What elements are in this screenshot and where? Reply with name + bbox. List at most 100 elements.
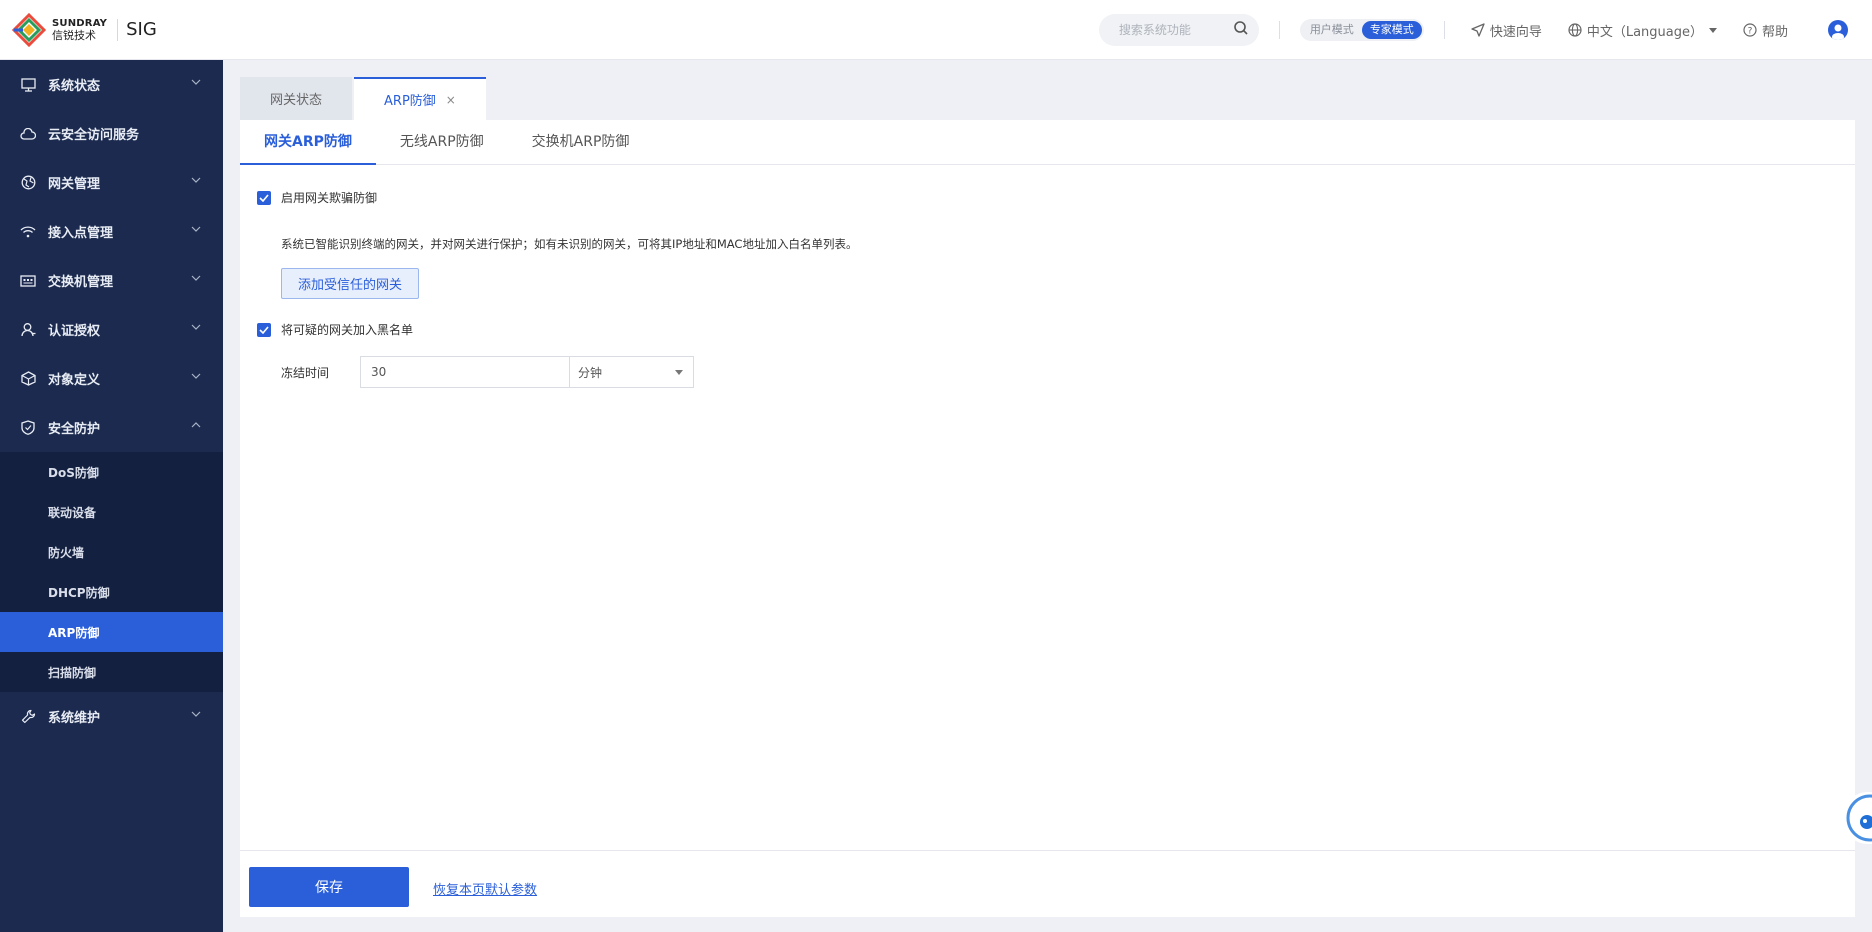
main-content: 网关状态 ARP防御 × 网关ARP防御 无线ARP防御 交换机ARP防御 启用… <box>240 77 1855 917</box>
search-icon[interactable] <box>1233 20 1249 40</box>
check-icon <box>259 193 269 202</box>
product-name: SIG <box>126 19 157 40</box>
navigation-arrow-icon <box>1471 23 1485 37</box>
sidebar-item-access-point-management[interactable]: 接入点管理 <box>0 207 223 256</box>
wifi-icon <box>20 224 36 240</box>
enable-spoof-defense-checkbox[interactable] <box>257 190 271 205</box>
subtab-switch-arp[interactable]: 交换机ARP防御 <box>508 120 654 165</box>
chevron-down-icon <box>191 275 201 281</box>
check-icon <box>259 325 269 334</box>
help-icon: ? <box>1743 23 1757 37</box>
search-box[interactable] <box>1098 14 1259 46</box>
quick-guide-link[interactable]: 快速向导 <box>1471 21 1542 40</box>
tab-label: ARP防御 <box>384 94 436 109</box>
caret-down-icon <box>1708 27 1717 33</box>
sidebar-item-label: 对象定义 <box>48 373 101 388</box>
logo[interactable]: SUNDRAY 信锐技术 SIG <box>11 12 157 47</box>
page-tabs: 网关状态 ARP防御 × <box>240 77 1855 120</box>
chevron-down-icon <box>191 324 201 330</box>
sidebar-item-label: 接入点管理 <box>48 226 114 241</box>
mode-switch[interactable]: 用户模式 专家模式 <box>1299 19 1424 41</box>
close-icon[interactable]: × <box>446 93 456 107</box>
language-selector[interactable]: 中文（Language） <box>1568 21 1717 40</box>
sidebar-item-label: 系统维护 <box>48 711 101 726</box>
sidebar-item-label: 安全防护 <box>48 422 101 437</box>
sidebar-item-system-maintenance[interactable]: 系统维护 <box>0 692 223 741</box>
switch-icon <box>20 273 36 289</box>
sidebar-item-label: 系统状态 <box>48 79 101 94</box>
language-label: 中文（Language） <box>1586 24 1703 40</box>
blacklist-checkbox[interactable] <box>257 322 271 337</box>
sidebar-item-gateway-management[interactable]: 网关管理 <box>0 158 223 207</box>
chevron-down-icon <box>191 226 201 232</box>
blacklist-label: 将可疑的网关加入黑名单 <box>281 323 414 337</box>
logo-cn-text: 信锐技术 <box>52 28 96 42</box>
search-input[interactable] <box>1118 23 1229 37</box>
user-avatar[interactable] <box>1828 20 1848 40</box>
user-icon <box>20 322 36 338</box>
sidebar-subitem-linked-devices[interactable]: 联动设备 <box>0 492 223 532</box>
enable-spoof-defense-label: 启用网关欺骗防御 <box>281 191 378 205</box>
globe-icon <box>20 175 36 191</box>
header-divider <box>1278 21 1280 39</box>
sub-tabs: 网关ARP防御 无线ARP防御 交换机ARP防御 <box>240 120 1855 165</box>
sidebar-item-label: 网关管理 <box>48 177 101 192</box>
enable-spoof-defense-row: 启用网关欺骗防御 <box>257 189 377 206</box>
tab-label: 网关状态 <box>270 93 323 108</box>
subtab-gateway-arp[interactable]: 网关ARP防御 <box>240 120 376 165</box>
subtab-wireless-arp[interactable]: 无线ARP防御 <box>376 120 508 165</box>
logo-en-text: SUNDRAY <box>52 17 108 29</box>
footer-bar: 保存 恢复本页默认参数 <box>240 850 1855 917</box>
quick-guide-label: 快速向导 <box>1489 24 1542 40</box>
top-header: SUNDRAY 信锐技术 SIG 用户模式 专家模式 快速向导 中文（Langu… <box>0 0 1872 60</box>
sidebar-subitem-firewall[interactable]: 防火墙 <box>0 532 223 572</box>
freeze-time-label: 冻结时间 <box>281 365 330 380</box>
monitor-icon <box>20 77 36 93</box>
header-divider <box>1443 21 1445 39</box>
shield-icon <box>20 420 36 436</box>
logo-divider <box>117 18 119 41</box>
sidebar-subitem-dos[interactable]: DoS防御 <box>0 452 223 492</box>
freeze-unit-select[interactable]: 分钟 <box>569 356 694 388</box>
cloud-icon <box>20 126 36 142</box>
sidebar-item-object-definition[interactable]: 对象定义 <box>0 354 223 403</box>
gateway-description: 系统已智能识别终端的网关，并对网关进行保护；如有未识别的网关，可将其IP地址和M… <box>281 237 858 251</box>
content-panel: 网关ARP防御 无线ARP防御 交换机ARP防御 启用网关欺骗防御 系统已智能识… <box>240 120 1855 917</box>
chevron-down-icon <box>191 177 201 183</box>
help-link[interactable]: ? 帮助 <box>1743 21 1788 40</box>
expert-mode-option[interactable]: 专家模式 <box>1361 21 1422 39</box>
sidebar-item-label: 认证授权 <box>48 324 101 339</box>
user-mode-option[interactable]: 用户模式 <box>1302 21 1362 39</box>
tab-arp-defense[interactable]: ARP防御 × <box>354 77 486 120</box>
sidebar-subitem-scan[interactable]: 扫描防御 <box>0 652 223 692</box>
sidebar-item-label: 交换机管理 <box>48 275 114 290</box>
wrench-icon <box>20 709 36 725</box>
caret-down-icon <box>675 370 683 375</box>
sidebar-item-security[interactable]: 安全防护 <box>0 403 223 452</box>
tab-gateway-status[interactable]: 网关状态 <box>240 77 353 120</box>
sidebar-item-auth[interactable]: 认证授权 <box>0 305 223 354</box>
chevron-down-icon <box>191 711 201 717</box>
sidebar: 系统状态 云安全访问服务 网关管理 接入点管理 交换机管理 认证授权 对象定义 … <box>0 60 223 932</box>
sidebar-subitem-arp[interactable]: ARP防御 <box>0 612 223 652</box>
logo-mark-icon <box>11 12 47 47</box>
freeze-unit-value: 分钟 <box>578 365 603 380</box>
sidebar-subitem-dhcp[interactable]: DHCP防御 <box>0 572 223 612</box>
cube-icon <box>20 371 36 387</box>
help-label: 帮助 <box>1761 24 1788 40</box>
security-submenu: DoS防御 联动设备 防火墙 DHCP防御 ARP防御 扫描防御 <box>0 452 223 692</box>
freeze-time-row: 冻结时间 30 分钟 <box>281 356 694 388</box>
chevron-down-icon <box>191 79 201 85</box>
sidebar-item-switch-management[interactable]: 交换机管理 <box>0 256 223 305</box>
sidebar-item-cloud-access[interactable]: 云安全访问服务 <box>0 109 223 158</box>
sidebar-item-system-status[interactable]: 系统状态 <box>0 60 223 109</box>
blacklist-row: 将可疑的网关加入黑名单 <box>257 321 413 338</box>
globe-icon <box>1568 23 1582 37</box>
save-button[interactable]: 保存 <box>249 867 409 907</box>
chevron-up-icon <box>191 422 201 428</box>
add-trusted-gateway-button[interactable]: 添加受信任的网关 <box>281 268 420 299</box>
sidebar-item-label: 云安全访问服务 <box>48 128 140 143</box>
restore-defaults-link[interactable]: 恢复本页默认参数 <box>433 879 537 898</box>
freeze-time-input[interactable]: 30 <box>360 356 569 388</box>
svg-text:?: ? <box>1748 27 1753 37</box>
